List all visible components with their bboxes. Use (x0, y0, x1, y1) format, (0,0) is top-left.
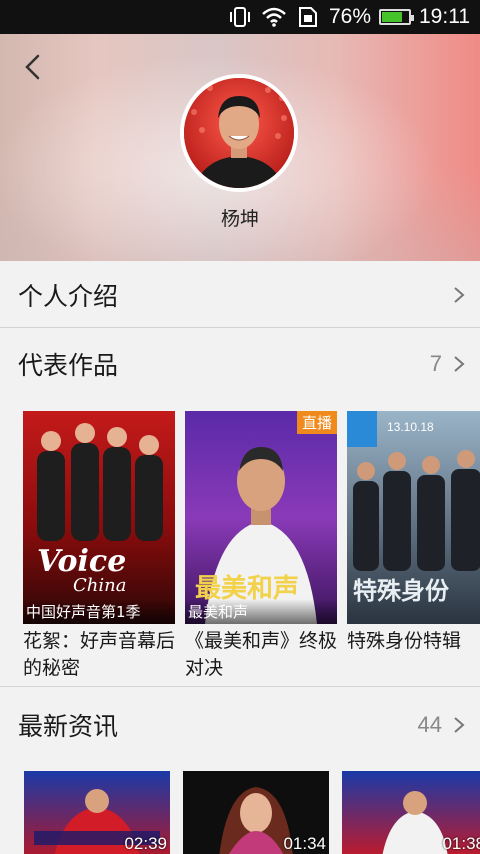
clock: 19:11 (419, 5, 470, 28)
intro-title: 个人介绍 (18, 282, 119, 311)
battery-icon (379, 9, 414, 25)
news-title: 最新资讯 (18, 712, 119, 741)
video-duration: 01:38 (442, 834, 480, 853)
work-card[interactable]: Voice China 中国好声音第1季 花絮：好声音幕后的秘密 (23, 411, 175, 682)
video-duration: 01:34 (283, 834, 326, 853)
news-video-card[interactable]: 02:39 (24, 771, 170, 854)
live-badge: 直播 (296, 411, 337, 434)
work-caption: 中国好声音第1季 (23, 599, 175, 624)
chevron-right-icon (454, 356, 465, 372)
video-duration: 02:39 (124, 834, 167, 853)
work-title: 特殊身份特辑 (347, 630, 462, 652)
divider (0, 686, 480, 687)
vibrate-icon (229, 7, 250, 27)
svg-text:13.10.18: 13.10.18 (387, 420, 434, 434)
work-poster: 13.10.18 特殊身份 (347, 411, 480, 624)
works-header-row[interactable]: 代表作品 7 (0, 332, 480, 396)
work-poster: Voice China 中国好声音第1季 (23, 411, 175, 624)
work-title: 《最美和声》终极对决 (185, 630, 338, 679)
sim-icon (298, 7, 317, 27)
news-video-card[interactable]: 01:34 (183, 771, 329, 854)
works-count: 7 (429, 351, 442, 376)
intro-row[interactable]: 个人介绍 (0, 263, 480, 327)
battery-percent: 76% (328, 5, 371, 28)
chevron-right-icon (454, 287, 465, 303)
work-card[interactable]: 最美和声 直播 最美和声 《最美和声》终极对决 (185, 411, 337, 682)
works-carousel[interactable]: Voice China 中国好声音第1季 花絮：好声音幕后的秘密 最美和声 直播… (0, 396, 480, 686)
back-arrow-icon[interactable] (18, 52, 48, 82)
news-video-card[interactable]: 01:38 (342, 771, 480, 854)
svg-text:Voice: Voice (37, 544, 126, 579)
divider (0, 327, 480, 328)
works-title: 代表作品 (18, 351, 119, 380)
work-title: 花絮：好声音幕后的秘密 (23, 630, 176, 679)
svg-text:China: China (73, 575, 126, 596)
wifi-icon (262, 7, 286, 27)
artist-header: 杨坤 (0, 34, 480, 261)
chevron-right-icon (454, 717, 465, 733)
work-card[interactable]: 13.10.18 特殊身份 特殊身份特辑 (347, 411, 480, 655)
work-poster: 最美和声 直播 最美和声 (185, 411, 337, 624)
avatar (180, 74, 298, 192)
svg-text:特殊身份: 特殊身份 (353, 577, 450, 605)
news-count: 44 (417, 712, 442, 737)
artist-name: 杨坤 (220, 208, 259, 230)
status-bar: 76% 19:11 (0, 0, 480, 34)
work-caption: 最美和声 (185, 599, 337, 624)
news-header-row[interactable]: 最新资讯 44 (0, 692, 480, 758)
news-carousel[interactable]: 02:39 01:34 01:38 (0, 768, 480, 854)
